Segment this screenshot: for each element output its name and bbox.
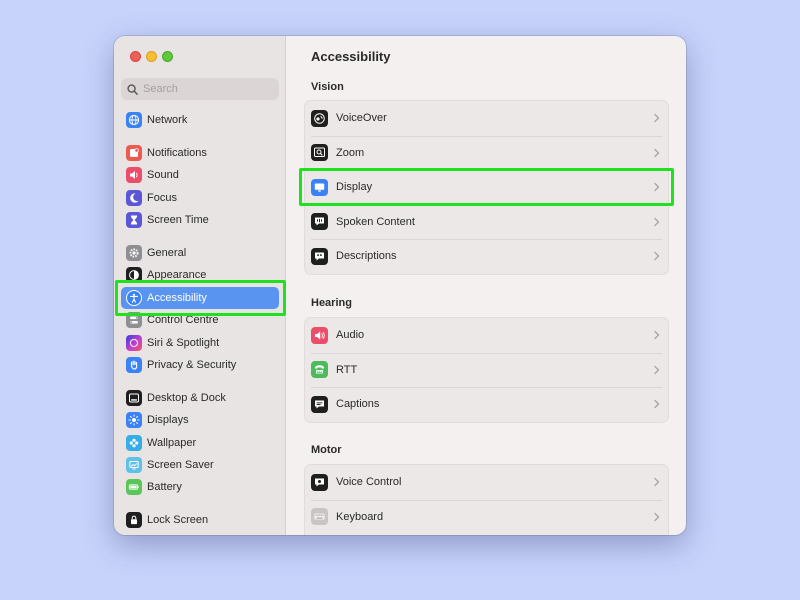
- spoken-content-icon: [311, 213, 328, 231]
- moon-icon: [126, 190, 142, 206]
- search-icon: [127, 83, 138, 95]
- section-title-vision: Vision: [311, 81, 344, 93]
- sidebar-item-label: General: [147, 247, 187, 259]
- sidebar-item-label: Lock Screen: [147, 514, 209, 526]
- audio-icon: [311, 326, 328, 344]
- row-audio[interactable]: Audio: [305, 318, 668, 353]
- chevron-right-icon: [654, 400, 660, 409]
- globe-icon: [126, 112, 142, 128]
- sidebar-item-label: Wallpaper: [147, 437, 197, 449]
- bell-icon: [126, 145, 142, 161]
- sidebar-item-notifications[interactable]: Notifications: [121, 142, 279, 164]
- row-spoken-content[interactable]: Spoken Content: [305, 204, 668, 240]
- sidebar-item-privacy-security[interactable]: Privacy & Security: [121, 354, 279, 376]
- sidebar-item-battery[interactable]: Battery: [121, 476, 279, 498]
- lock-icon: [126, 512, 142, 528]
- row-label: RTT: [336, 363, 358, 376]
- chevron-right-icon: [654, 148, 660, 157]
- speaker-icon: [126, 167, 142, 183]
- descriptions-icon: [311, 247, 328, 265]
- sidebar-item-sound[interactable]: Sound: [121, 164, 279, 186]
- sidebar-item-label: Displays: [147, 414, 189, 426]
- battery-icon: [126, 479, 142, 495]
- sidebar-item-siri-spotlight[interactable]: Siri & Spotlight: [121, 332, 279, 354]
- sidebar-item-screen-time[interactable]: Screen Time: [121, 209, 279, 231]
- section-title-motor: Motor: [311, 444, 342, 456]
- row-label: Captions: [336, 398, 380, 411]
- siri-icon: [126, 335, 142, 351]
- highlight-box-accessibility: [115, 280, 286, 316]
- row-captions[interactable]: Captions: [305, 387, 668, 422]
- screen-saver-icon: [126, 457, 142, 473]
- voice-control-icon: [311, 473, 328, 491]
- sidebar-item-label: Notifications: [147, 147, 207, 159]
- hearing-group: Audio RTT Captions: [304, 317, 669, 423]
- row-label: Voice Control: [336, 476, 402, 489]
- sidebar-item-label: Sound: [147, 169, 179, 181]
- row-label: Zoom: [336, 146, 365, 159]
- sidebar-item-lock-screen[interactable]: Lock Screen: [121, 509, 279, 531]
- sidebar-item-network[interactable]: Network: [121, 109, 279, 131]
- zoom-icon: [311, 144, 328, 162]
- dock-icon: [126, 390, 142, 406]
- row-label: Audio: [336, 329, 365, 342]
- chevron-right-icon: [654, 331, 660, 340]
- chevron-right-icon: [654, 512, 660, 521]
- page-title: Accessibility: [311, 49, 391, 64]
- row-descriptions[interactable]: Descriptions: [305, 239, 668, 274]
- row-label: Spoken Content: [336, 215, 415, 228]
- row-keyboard[interactable]: Keyboard: [305, 499, 668, 535]
- row-zoom[interactable]: Zoom: [305, 135, 668, 171]
- zoom-window-button[interactable]: [162, 51, 173, 62]
- captions-icon: [311, 395, 328, 413]
- gear-icon: [126, 245, 142, 261]
- sun-icon: [126, 412, 142, 428]
- chevron-right-icon: [654, 114, 660, 123]
- chevron-right-icon: [654, 217, 660, 226]
- sidebar-item-displays[interactable]: Displays: [121, 409, 279, 431]
- row-rtt[interactable]: RTT: [305, 352, 668, 388]
- minimize-window-button[interactable]: [146, 51, 157, 62]
- row-voice-control[interactable]: Voice Control: [305, 465, 668, 500]
- sidebar-item-label: Battery: [147, 481, 182, 493]
- hand-icon: [126, 357, 142, 373]
- row-voiceover[interactable]: VoiceOver: [305, 101, 668, 136]
- rtt-icon: [311, 361, 328, 379]
- highlight-box-display: [299, 168, 674, 206]
- sidebar-item-desktop-dock[interactable]: Desktop & Dock: [121, 387, 279, 409]
- flower-icon: [126, 435, 142, 451]
- row-label: Keyboard: [336, 510, 384, 523]
- sidebar-item-general[interactable]: General: [121, 242, 279, 264]
- sidebar-item-label: Screen Time: [147, 214, 209, 226]
- search-input[interactable]: [143, 83, 273, 95]
- hourglass-icon: [126, 212, 142, 228]
- sidebar-item-focus[interactable]: Focus: [121, 187, 279, 209]
- close-window-button[interactable]: [130, 51, 141, 62]
- section-title-hearing: Hearing: [311, 297, 352, 309]
- sidebar-item-wallpaper[interactable]: Wallpaper: [121, 432, 279, 454]
- sidebar-item-label: Screen Saver: [147, 459, 214, 471]
- chevron-right-icon: [654, 365, 660, 374]
- chevron-right-icon: [654, 478, 660, 487]
- row-label: VoiceOver: [336, 112, 387, 125]
- sidebar-item-screen-saver[interactable]: Screen Saver: [121, 454, 279, 476]
- search-field[interactable]: [121, 78, 279, 100]
- sidebar-item-label: Network: [147, 114, 188, 126]
- keyboard-icon: [311, 508, 328, 526]
- motor-group: Voice Control Keyboard: [304, 464, 669, 535]
- sidebar-item-label: Desktop & Dock: [147, 392, 226, 404]
- sidebar-item-label: Focus: [147, 192, 177, 204]
- sidebar-item-label: Siri & Spotlight: [147, 337, 220, 349]
- main-pane: Accessibility Vision VoiceOver Zoom Disp…: [287, 36, 686, 535]
- row-label: Descriptions: [336, 250, 397, 263]
- chevron-right-icon: [654, 252, 660, 261]
- voiceover-icon: [311, 109, 328, 127]
- sidebar-item-label: Privacy & Security: [147, 359, 237, 371]
